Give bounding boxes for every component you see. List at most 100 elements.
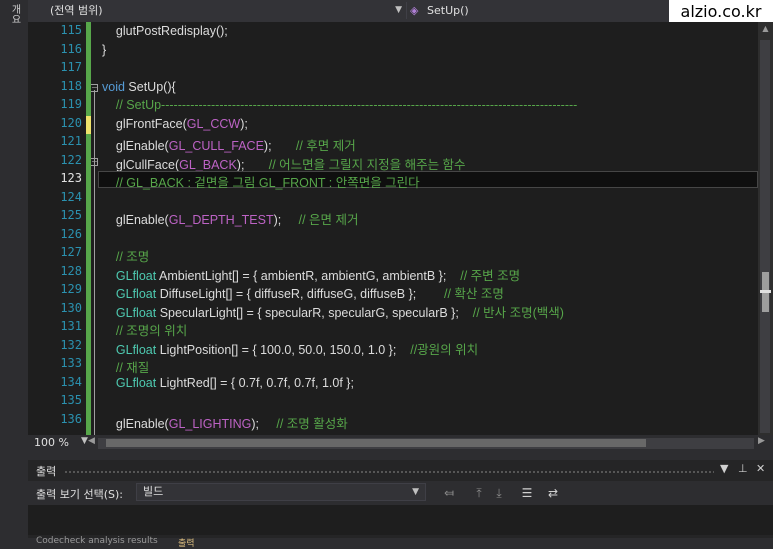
line-number: 135 [60, 393, 82, 407]
code-token: // 후면 제거 [295, 139, 356, 153]
previous-message-icon[interactable]: ⤒ [470, 484, 488, 502]
scope-dropdown[interactable]: (전역 범위) ▼ [28, 2, 406, 19]
pin-icon[interactable]: ⊥ [738, 462, 748, 475]
panel-splitter[interactable] [28, 453, 773, 460]
line-number: 115 [60, 23, 82, 37]
code-editor[interactable]: glutPostRedisplay();} void SetUp(){ // Se… [98, 22, 758, 435]
line-number: 128 [60, 263, 82, 278]
code-token: GL_DEPTH_TEST [168, 213, 274, 227]
line-number: 123 [60, 171, 82, 185]
left-tool-strip[interactable]: 개요 [0, 0, 28, 549]
clear-all-icon[interactable]: ☰ [518, 484, 536, 502]
panel-menu-icon[interactable]: ▼ [720, 462, 728, 475]
code-line[interactable]: glEnable(GL_DEPTH_TEST); // 은면 제거 [102, 209, 359, 228]
line-number: 116 [60, 41, 82, 56]
code-token: void [102, 79, 125, 94]
line-number: 120 [60, 115, 82, 130]
code-line[interactable]: // SetUp--------------------------------… [102, 98, 577, 112]
code-line[interactable]: glutPostRedisplay(); [102, 24, 228, 38]
close-icon[interactable]: ✕ [756, 462, 765, 475]
code-token: glCullFace( [102, 157, 180, 172]
line-number: 132 [60, 337, 82, 352]
code-token: // 확산 조명 [444, 287, 504, 301]
code-token: } [102, 42, 107, 57]
navigation-bar: (전역 범위) ▼ ◈ SetUp() [28, 0, 773, 23]
scroll-up-icon[interactable]: ▲ [761, 24, 770, 36]
line-number: 118 [60, 78, 82, 93]
code-line[interactable]: glEnable(GL_LIGHTING); // 조명 활성화 [102, 413, 348, 432]
code-line[interactable]: glCullFace(GL_BACK); // 어느면을 그릴지 지정을 해주는… [102, 154, 466, 173]
change-tracking-bar [86, 22, 91, 435]
output-text-area[interactable] [28, 505, 773, 535]
line-number: 122 [60, 152, 82, 167]
line-number: 117 [60, 60, 82, 74]
word-wrap-icon[interactable]: ⇄ [544, 484, 562, 502]
code-line[interactable]: // 조명의 위치 [102, 320, 187, 339]
code-line[interactable]: GLfloat SpecularLight[] = { specularR, s… [102, 302, 564, 321]
code-line[interactable]: glEnable(GL_CULL_FACE); // 후면 제거 [102, 135, 356, 154]
code-token: ); [273, 213, 299, 227]
hscroll-thumb[interactable] [106, 439, 646, 447]
code-line[interactable]: // 조명 [102, 246, 149, 265]
zoom-level[interactable]: 100 % [34, 436, 69, 449]
editor-status-bar: 100 % ▼ ◀ ▶ [28, 435, 773, 453]
code-token: GL_CULL_FACE [168, 139, 264, 153]
code-token: // 조명의 위치 [102, 324, 188, 338]
vertical-scrollbar[interactable]: ▲ [758, 22, 773, 435]
code-token: ); [236, 157, 269, 172]
code-line[interactable]: GLfloat AmbientLight[] = { ambientR, amb… [102, 265, 520, 284]
code-token: // 반사 조명(백색) [472, 305, 564, 320]
code-line[interactable]: void SetUp(){ [102, 80, 176, 94]
scroll-left-icon[interactable]: ◀ [88, 436, 95, 446]
code-token: glutPostRedisplay(); [102, 24, 228, 38]
tab-codecheck-results[interactable]: Codecheck analysis results [36, 536, 158, 546]
code-token: GLfloat [115, 375, 157, 390]
zoom-dropdown-arrow-icon[interactable]: ▼ [81, 436, 88, 446]
code-token: ); [240, 116, 248, 131]
output-show-label: 출력 보기 선택(S): [36, 488, 123, 501]
code-token: // 은면 제거 [298, 213, 359, 227]
scope-label: (전역 범위) [50, 4, 103, 17]
code-token: glFrontFace( [102, 116, 187, 131]
code-token: glEnable( [102, 139, 169, 153]
line-number: 126 [60, 226, 82, 241]
line-number: 131 [60, 319, 82, 333]
code-line[interactable]: } [102, 43, 106, 57]
function-icon: ◈ [410, 4, 419, 17]
vscroll-track[interactable] [760, 40, 770, 433]
code-line[interactable]: // GL_BACK : 겉면을 그림 GL_FRONT : 안쪽면을 그린다 [102, 172, 420, 191]
line-number: 125 [60, 208, 82, 222]
code-token: // 주변 조명 [460, 268, 521, 283]
tab-output[interactable]: 출력 [178, 536, 195, 549]
code-token: ); [263, 139, 296, 153]
code-token: LightPosition[] = { 100.0, 50.0, 150.0, … [156, 342, 411, 357]
output-source-select[interactable]: 빌드 ▼ [136, 483, 426, 501]
bottom-tab-strip: Codecheck analysis results 출력 [28, 536, 773, 549]
panel-grip[interactable] [64, 470, 714, 474]
scroll-position-marker [760, 290, 771, 293]
dropdown-arrow-icon: ▼ [395, 5, 402, 15]
code-line[interactable]: GLfloat LightRed[] = { 0.7f, 0.7f, 0.7f,… [102, 376, 354, 390]
code-token: glEnable( [102, 213, 169, 227]
code-line[interactable]: GLfloat DiffuseLight[] = { diffuseR, dif… [102, 283, 504, 302]
code-token: GL_LIGHTING [168, 416, 252, 431]
go-to-location-icon[interactable]: ⤆ [440, 484, 458, 502]
output-toolbar: 출력 보기 선택(S): 빌드 ▼ ⤆ ⤒ ⤓ ☰ ⇄ [28, 481, 773, 505]
code-line[interactable]: GLfloat LightPosition[] = { 100.0, 50.0,… [102, 339, 478, 358]
line-number: 133 [60, 356, 82, 370]
code-line[interactable]: glFrontFace(GL_CCW); [102, 117, 248, 131]
scroll-right-icon[interactable]: ▶ [758, 436, 765, 446]
next-message-icon[interactable]: ⤓ [490, 484, 508, 502]
function-label: SetUp() [427, 4, 469, 17]
line-number: 124 [60, 189, 82, 204]
outline-tab[interactable]: 개요 [7, 4, 22, 24]
function-dropdown[interactable]: ◈ SetUp() [406, 2, 696, 19]
code-token: GLfloat [115, 268, 157, 283]
code-line[interactable]: // 재질 [102, 357, 149, 376]
line-number: 129 [60, 282, 82, 296]
line-number: 119 [60, 97, 82, 111]
line-number: 127 [60, 245, 82, 259]
